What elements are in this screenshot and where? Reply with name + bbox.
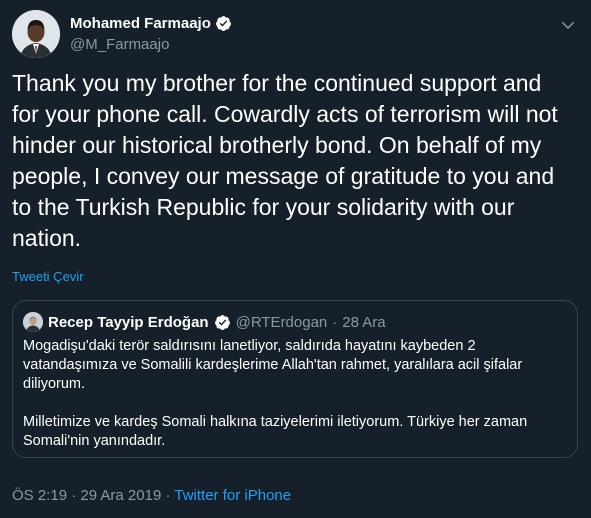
tweet-source-link[interactable]: Twitter for iPhone bbox=[174, 487, 291, 504]
tweet-header: Mohamed Farmaajo @M_Farmaajo bbox=[12, 10, 579, 58]
quoted-separator: · bbox=[332, 313, 338, 331]
quoted-tweet[interactable]: Recep Tayyip Erdoğan @RTErdogan · 28 Ara… bbox=[12, 300, 578, 458]
quoted-date: 28 Ara bbox=[342, 313, 386, 331]
tweet-text: Thank you my brother for the continued s… bbox=[12, 70, 565, 251]
meta-separator: · bbox=[165, 487, 171, 504]
author-avatar[interactable] bbox=[12, 10, 60, 58]
tweet-time[interactable]: ÖS 2:19 bbox=[12, 487, 67, 504]
quoted-tweet-text: Mogadişu'daki terör saldırısını lanetliy… bbox=[23, 338, 528, 449]
author-names: Mohamed Farmaajo @M_Farmaajo bbox=[70, 15, 232, 53]
chevron-down-icon[interactable] bbox=[559, 16, 577, 34]
verified-badge-icon bbox=[215, 16, 231, 31]
verified-badge-icon bbox=[214, 314, 230, 330]
tweet-meta: ÖS 2:19 · 29 Ara 2019 · Twitter for iPho… bbox=[12, 487, 291, 504]
author-handle[interactable]: @M_Farmaajo bbox=[70, 36, 232, 53]
user-avatar-icon bbox=[12, 10, 60, 58]
quoted-display-name: Recep Tayyip Erdoğan bbox=[48, 313, 209, 331]
author-display-name[interactable]: Mohamed Farmaajo bbox=[70, 15, 211, 32]
tweet-date[interactable]: 29 Ara 2019 bbox=[80, 487, 161, 504]
translate-tweet-link[interactable]: Tweeti Çevir bbox=[12, 269, 84, 284]
meta-separator: · bbox=[71, 487, 77, 504]
user-avatar-icon bbox=[23, 312, 43, 332]
quoted-handle: @RTErdogan bbox=[235, 313, 328, 331]
quoted-tweet-header: Recep Tayyip Erdoğan @RTErdogan · 28 Ara bbox=[23, 312, 386, 332]
quoted-author-avatar bbox=[23, 312, 43, 332]
